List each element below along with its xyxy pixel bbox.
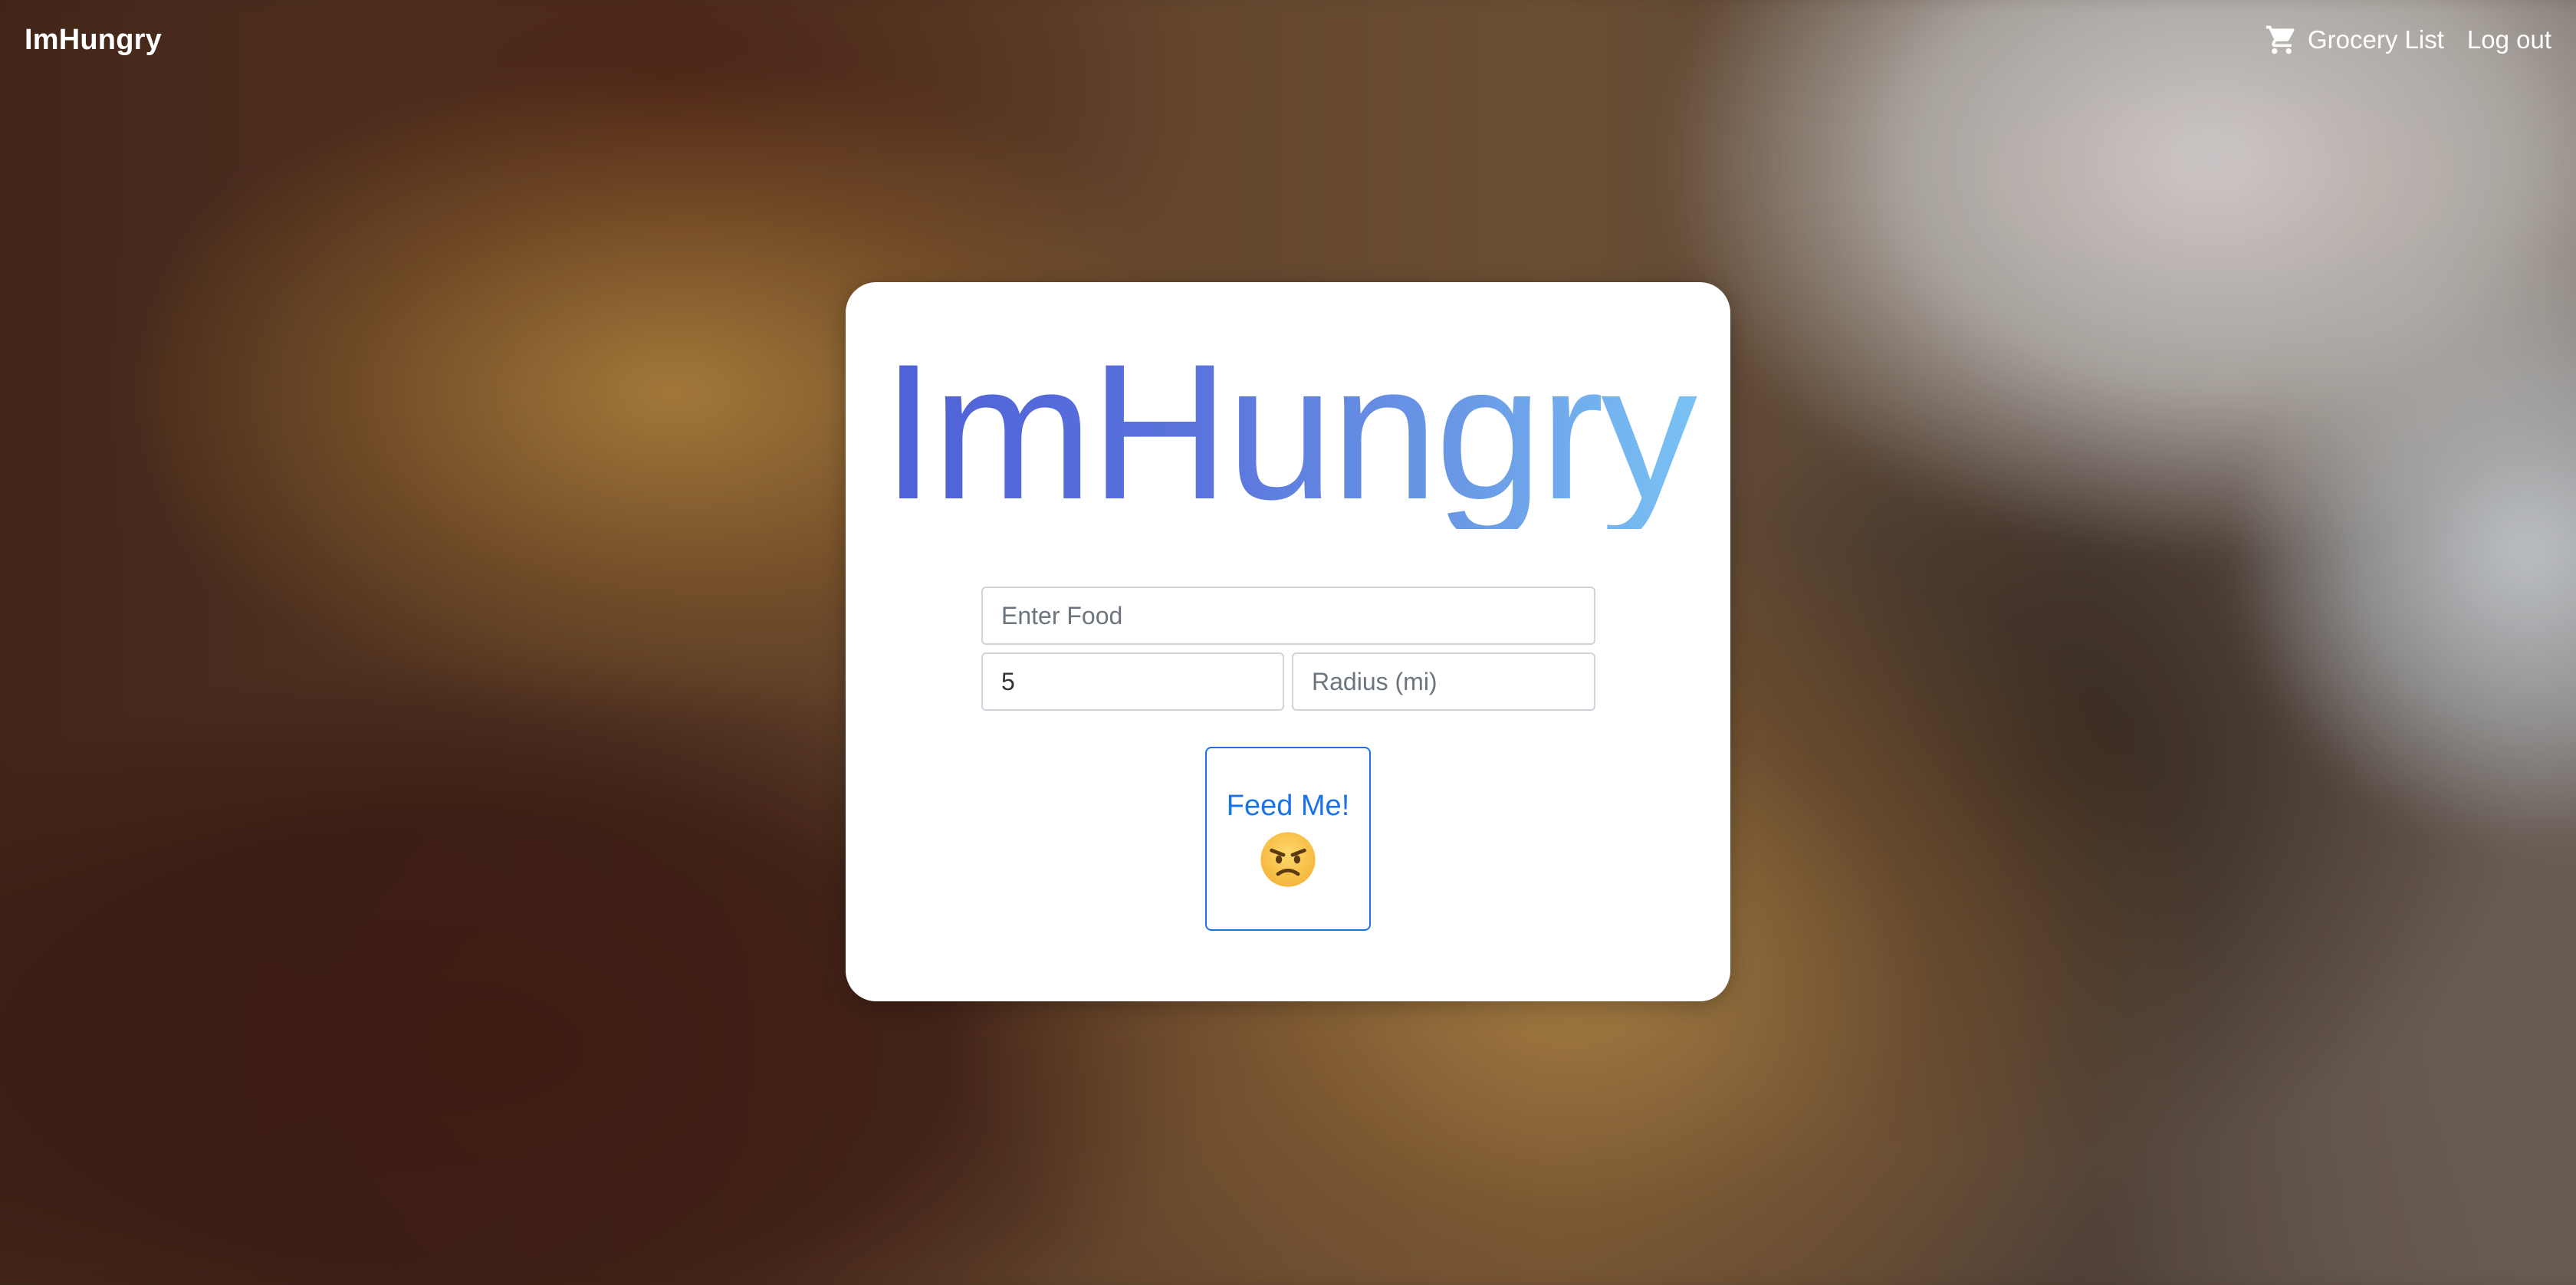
logout-link[interactable]: Log out xyxy=(2467,25,2551,54)
food-search-input[interactable] xyxy=(981,587,1595,645)
grocery-list-link[interactable]: Grocery List xyxy=(2265,23,2444,57)
nav-links: Grocery List Log out xyxy=(2265,23,2551,57)
angry-face-icon xyxy=(1260,831,1316,887)
brand-logo-link[interactable]: ImHungry xyxy=(25,24,162,57)
hero-title: ImHungry xyxy=(846,336,1730,529)
result-count-input[interactable] xyxy=(981,652,1284,711)
feed-me-button[interactable]: Feed Me! xyxy=(1205,747,1371,931)
feed-me-label: Feed Me! xyxy=(1226,789,1350,822)
radius-input[interactable] xyxy=(1292,652,1595,711)
cart-icon xyxy=(2266,25,2295,54)
top-navbar: ImHungry Grocery List Log out xyxy=(0,0,2576,80)
search-card: ImHungry Feed Me! xyxy=(846,282,1730,1001)
grocery-list-label: Grocery List xyxy=(2308,25,2444,54)
